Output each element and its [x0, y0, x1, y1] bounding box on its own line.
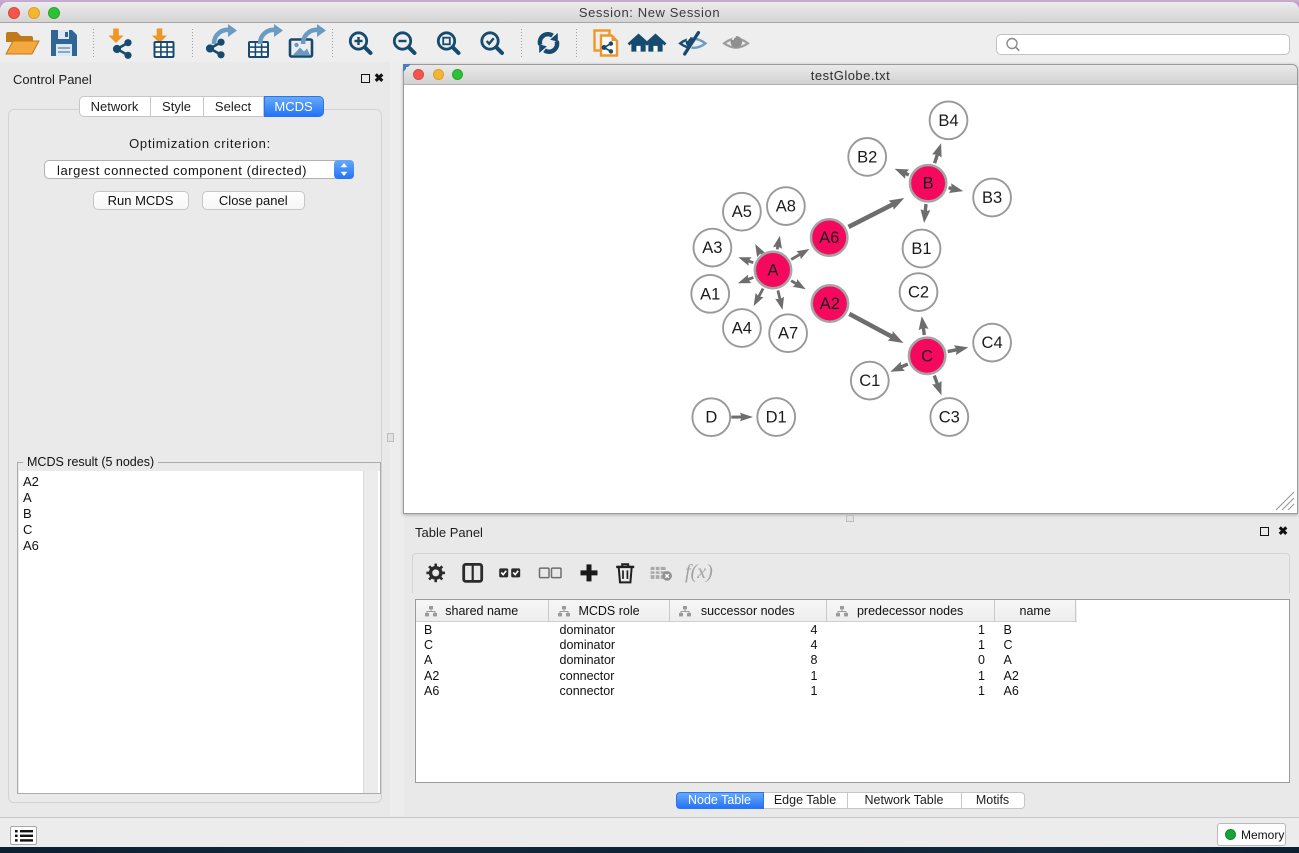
svg-text:B1: B1 [911, 240, 931, 258]
svg-text:A4: A4 [732, 320, 752, 338]
svg-text:B4: B4 [938, 112, 958, 130]
svg-text:A8: A8 [776, 198, 796, 216]
svg-text:B3: B3 [982, 189, 1002, 207]
svg-text:B2: B2 [857, 148, 877, 166]
svg-text:C: C [921, 347, 933, 365]
svg-text:B: B [923, 175, 934, 193]
svg-text:A1: A1 [700, 285, 720, 303]
svg-text:A6: A6 [819, 229, 839, 247]
svg-text:C2: C2 [908, 284, 929, 302]
svg-text:f(x): f(x) [685, 561, 713, 583]
svg-text:C3: C3 [939, 409, 960, 427]
svg-text:A3: A3 [702, 239, 722, 257]
svg-text:D: D [705, 409, 717, 427]
svg-text:A5: A5 [732, 203, 752, 221]
svg-text:A: A [767, 262, 778, 280]
svg-text:D1: D1 [766, 409, 787, 427]
svg-text:A2: A2 [820, 295, 840, 313]
svg-text:C4: C4 [982, 334, 1003, 352]
svg-text:A7: A7 [778, 325, 798, 343]
svg-text:C1: C1 [859, 372, 880, 390]
